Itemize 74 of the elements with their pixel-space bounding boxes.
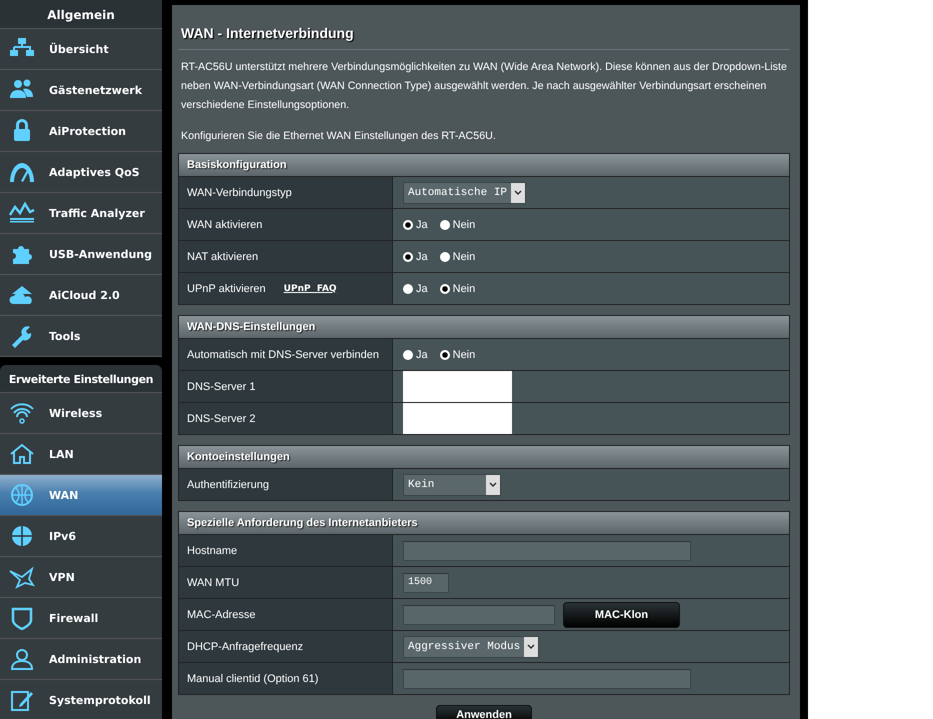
section-header: Basiskonfiguration	[179, 154, 789, 176]
sidebar-item[interactable]: IPv6	[0, 516, 162, 557]
input-field[interactable]	[403, 668, 691, 688]
radio-button[interactable]	[440, 220, 450, 230]
radio-button[interactable]	[440, 284, 450, 294]
radio-label: Nein	[452, 282, 476, 294]
mac-clone-button[interactable]: MAC-Klon	[563, 602, 680, 628]
section-header: Spezielle Anforderung des Internetanbieters	[179, 512, 789, 534]
radio-button[interactable]	[403, 350, 413, 360]
page-title: WAN - Internetverbindung	[178, 5, 790, 50]
section-header: Kontoeinstellungen	[179, 446, 789, 468]
input-field[interactable]: 1500	[403, 572, 449, 592]
radio-label: Ja	[416, 218, 428, 230]
radio-label: Ja	[416, 348, 428, 360]
shield-icon	[9, 606, 35, 630]
sidebar-item[interactable]: VPN	[0, 557, 162, 598]
sidebar-item[interactable]: AiCloud 2.0	[0, 275, 162, 316]
radio-label: Nein	[452, 250, 476, 262]
instruction-text: Konfigurieren Sie die Ethernet WAN Einstellungen des RT-AC56U.	[180, 129, 497, 144]
sidebar-item[interactable]: WAN	[0, 475, 162, 516]
dropdown[interactable]: Kein	[403, 474, 501, 496]
globe-icon	[9, 483, 35, 507]
field-label: Hostname	[187, 544, 238, 556]
sidebar-item[interactable]: Tools	[0, 316, 162, 357]
sidebar-item[interactable]: Traffic Analyzer	[0, 193, 162, 234]
radio-button[interactable]	[440, 350, 450, 360]
caret-icon	[514, 190, 522, 196]
field-label: DNS-Server 1	[187, 380, 256, 392]
field-label: WAN MTU	[187, 576, 240, 588]
note-icon	[9, 688, 35, 712]
person-icon	[9, 647, 35, 671]
chart-icon	[9, 201, 35, 225]
radio-button[interactable]	[403, 220, 413, 230]
field-label: UPnP aktivieren	[187, 282, 266, 294]
field-label: NAT aktivieren	[187, 250, 258, 262]
sidebar-item[interactable]: Gästenetzwerk	[0, 70, 162, 111]
field-label: DNS-Server 2	[187, 412, 256, 424]
caret-icon	[489, 482, 497, 488]
dropdown[interactable]: Automatische IP	[403, 182, 526, 204]
field-label: WAN aktivieren	[187, 218, 262, 230]
radio-label: Ja	[416, 282, 428, 294]
sidebar-item[interactable]: LAN	[0, 434, 162, 475]
field-label: Manual clientid (Option 61)	[187, 672, 318, 684]
radio-button[interactable]	[403, 252, 413, 262]
faq-link[interactable]: UPnP FAQ	[284, 284, 337, 294]
dropdown[interactable]: Aggressiver Modus	[403, 636, 540, 658]
field-label: Authentifizierung	[187, 478, 269, 490]
gauge-icon	[9, 160, 35, 184]
sidebar-item[interactable]: Firewall	[0, 598, 162, 639]
input-field[interactable]	[403, 604, 555, 624]
radio-button[interactable]	[440, 252, 450, 262]
field-label: MAC-Adresse	[187, 608, 256, 620]
globe-icon	[9, 524, 35, 548]
radio-button[interactable]	[403, 284, 413, 294]
section-header: WAN-DNS-Einstellungen	[179, 316, 789, 338]
field-label: DHCP-Anfragefrequenz	[187, 640, 304, 652]
house-icon	[9, 442, 35, 466]
sidebar-item[interactable]: AiProtection	[0, 111, 162, 152]
radio-label: Nein	[452, 218, 476, 230]
apply-button[interactable]: Anwenden	[436, 705, 532, 719]
radio-label: Nein	[452, 348, 476, 360]
wifi-icon	[9, 401, 35, 425]
field-label: Automatisch mit DNS-Server verbinden	[187, 348, 379, 360]
sidebar-item[interactable]: Wireless	[0, 393, 162, 434]
description-text: RT-AC56U unterstützt mehrere Verbindungsmöglichkeiten zu WAN (Wide Area Network). Diese können aus der Dropdown-Liste neben WAN-Verbindungsart (WAN Connection Type) ausgewählt werden. Je nach ausgewählter Verbindungsart erscheinen verschiedene Einstellungsoptionen.	[180, 60, 788, 113]
sidebar-item[interactable]: USB-Anwendung	[0, 234, 162, 275]
caret-icon	[527, 644, 536, 650]
radio-label: Ja	[416, 250, 428, 262]
input-field[interactable]	[403, 540, 691, 560]
sidebar-item[interactable]: Übersicht	[0, 29, 162, 70]
field-label: WAN-Verbindungstyp	[187, 186, 292, 198]
sidebar-item[interactable]: Administration	[0, 639, 162, 680]
sidebar-item[interactable]: Adaptives QoS	[0, 152, 162, 193]
sidebar-item[interactable]: Systemprotokoll	[0, 680, 162, 719]
